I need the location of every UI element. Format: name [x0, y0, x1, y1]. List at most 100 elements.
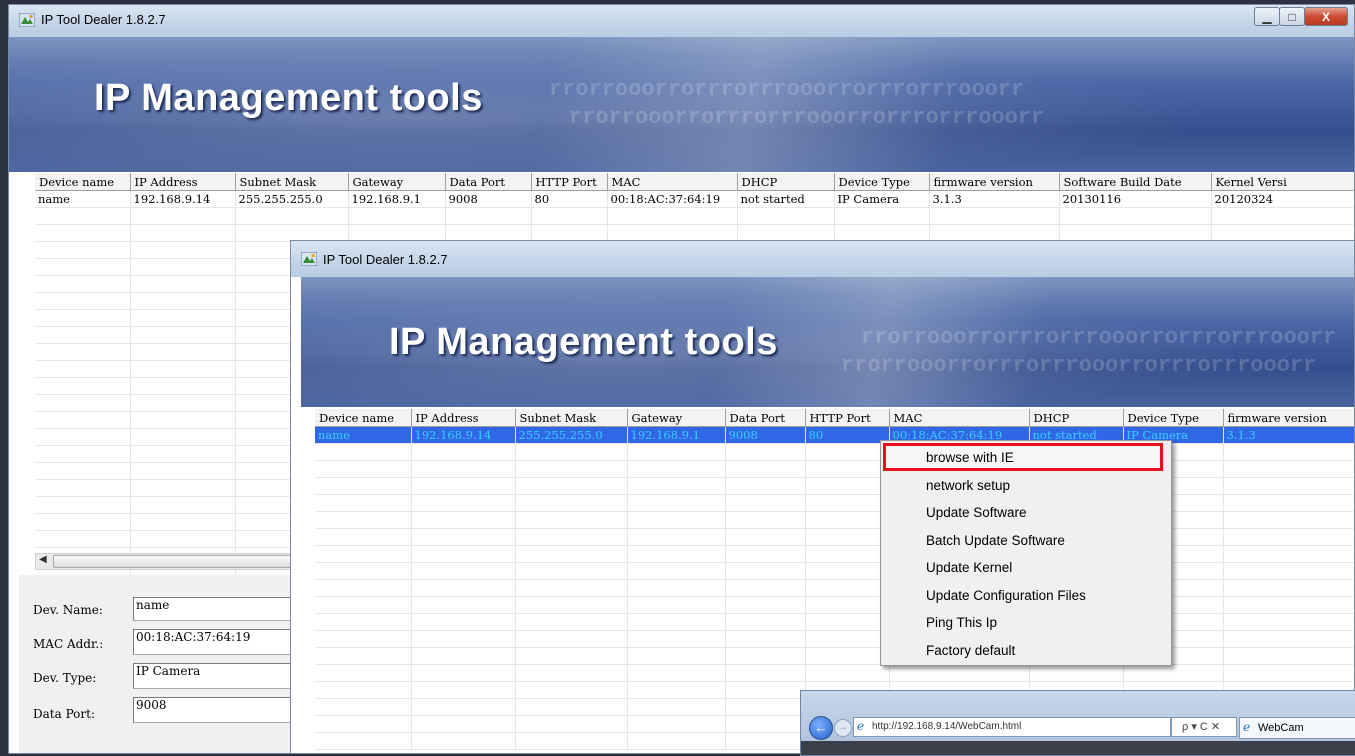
- table-cell: [929, 207, 1060, 225]
- table-cell: [315, 477, 412, 495]
- menu-item[interactable]: Factory default: [926, 643, 1015, 658]
- table-cell: [805, 443, 890, 461]
- empty-row[interactable]: [315, 545, 1354, 563]
- column-header[interactable]: Device name: [35, 173, 131, 191]
- table-cell: [130, 496, 236, 514]
- menu-item[interactable]: Ping This Ip: [926, 615, 997, 630]
- column-header[interactable]: Gateway: [348, 173, 446, 191]
- empty-row[interactable]: [315, 596, 1354, 614]
- table-cell: [130, 394, 236, 412]
- address-bar[interactable]: ℯ http://192.168.9.14/WebCam.html: [853, 717, 1171, 737]
- table-cell: 20130116: [1059, 190, 1212, 208]
- empty-row[interactable]: [315, 630, 1354, 648]
- table-cell: [130, 428, 236, 446]
- address-actions[interactable]: ρ ▾ C ✕: [1171, 717, 1237, 737]
- search-refresh-stop-icons[interactable]: ρ ▾ C ✕: [1182, 721, 1220, 733]
- table-cell: [411, 681, 516, 699]
- table-cell: [315, 443, 412, 461]
- column-header[interactable]: Data Port: [725, 409, 806, 427]
- column-header[interactable]: IP Address: [411, 409, 516, 427]
- empty-row[interactable]: [315, 494, 1354, 512]
- empty-row[interactable]: [315, 613, 1354, 631]
- menu-item[interactable]: browse with IE: [926, 450, 1014, 465]
- table-cell: [35, 309, 131, 327]
- table-cell: [130, 513, 236, 531]
- table-cell: [35, 258, 131, 276]
- column-header[interactable]: Gateway: [627, 409, 726, 427]
- table-cell: [725, 477, 806, 495]
- scroll-thumb[interactable]: [53, 555, 293, 568]
- minimize-button[interactable]: ▁: [1254, 7, 1280, 26]
- table-cell: [35, 462, 131, 480]
- empty-row[interactable]: [315, 443, 1354, 461]
- scroll-left-icon[interactable]: ◀: [39, 554, 47, 565]
- table-cell: [130, 479, 236, 497]
- column-header[interactable]: firmware version: [1223, 409, 1354, 427]
- browser-tab[interactable]: ℯ WebCam: [1239, 717, 1355, 739]
- table-cell: [411, 698, 516, 716]
- table-cell: [35, 394, 131, 412]
- column-header[interactable]: DHCP: [737, 173, 835, 191]
- empty-row[interactable]: [315, 647, 1354, 665]
- empty-row[interactable]: [315, 664, 1354, 682]
- table-cell: [515, 477, 628, 495]
- table-cell: [315, 545, 412, 563]
- menu-item[interactable]: Update Software: [926, 505, 1027, 520]
- table-cell: [35, 241, 131, 259]
- table-row[interactable]: name 192.168.9.14 255.255.255.0 192.168.9.1…: [35, 190, 1354, 208]
- empty-row[interactable]: [315, 460, 1354, 478]
- table-row[interactable]: name 192.168.9.14 255.255.255.0 192.168.9.1…: [315, 426, 1354, 444]
- forward-button[interactable]: →: [834, 719, 852, 737]
- data-port-field[interactable]: 9008: [133, 697, 303, 723]
- table-cell: [315, 511, 412, 529]
- column-header[interactable]: Kernel Versi: [1211, 173, 1354, 191]
- table-cell: [805, 545, 890, 563]
- table-cell: [130, 360, 236, 378]
- menu-item[interactable]: Update Configuration Files: [926, 588, 1086, 603]
- table-cell: [1211, 207, 1354, 225]
- horizontal-scrollbar[interactable]: ◀: [35, 553, 295, 570]
- column-header[interactable]: MAC: [607, 173, 738, 191]
- banner-pattern: rrorrooorrorrrorrrooorrorrrorrrooorr: [841, 353, 1317, 378]
- dev-name-field[interactable]: name: [133, 597, 303, 621]
- title-bar: IP Tool Dealer 1.8.2.7 ▁ □ X: [9, 5, 1354, 37]
- column-header[interactable]: Subnet Mask: [515, 409, 628, 427]
- column-header[interactable]: HTTP Port: [531, 173, 608, 191]
- table-cell: [1223, 528, 1354, 546]
- column-header[interactable]: Device Type: [1123, 409, 1224, 427]
- table-cell: [35, 496, 131, 514]
- column-header[interactable]: DHCP: [1029, 409, 1124, 427]
- empty-row[interactable]: [35, 224, 1354, 242]
- menu-item[interactable]: Update Kernel: [926, 560, 1012, 575]
- column-header[interactable]: Data Port: [445, 173, 532, 191]
- column-header[interactable]: Device name: [315, 409, 412, 427]
- empty-row[interactable]: [315, 511, 1354, 529]
- back-button[interactable]: ←: [809, 716, 833, 740]
- empty-row[interactable]: [35, 207, 1354, 225]
- column-header[interactable]: HTTP Port: [805, 409, 890, 427]
- column-header[interactable]: Device Type: [834, 173, 930, 191]
- empty-row[interactable]: [315, 579, 1354, 597]
- column-header[interactable]: Subnet Mask: [235, 173, 349, 191]
- menu-item[interactable]: network setup: [926, 478, 1010, 493]
- table-cell: [411, 562, 516, 580]
- empty-row[interactable]: [315, 562, 1354, 580]
- table-cell: [315, 562, 412, 580]
- empty-row[interactable]: [315, 528, 1354, 546]
- dev-type-field[interactable]: IP Camera: [133, 663, 303, 689]
- table-cell: [35, 428, 131, 446]
- empty-row[interactable]: [315, 477, 1354, 495]
- table-cell: [515, 732, 628, 750]
- table-cell: [348, 207, 446, 225]
- menu-item[interactable]: Batch Update Software: [926, 533, 1065, 548]
- column-header[interactable]: MAC: [889, 409, 1030, 427]
- browser-window: ← → ℯ http://192.168.9.14/WebCam.html ρ …: [800, 690, 1355, 756]
- mac-field[interactable]: 00:18:AC:37:64:19: [133, 629, 303, 655]
- table-cell: [805, 647, 890, 665]
- maximize-button[interactable]: □: [1279, 7, 1305, 26]
- column-header[interactable]: IP Address: [130, 173, 236, 191]
- close-button[interactable]: X: [1304, 7, 1348, 26]
- column-header[interactable]: Software Build Date: [1059, 173, 1212, 191]
- table-cell: [411, 528, 516, 546]
- column-header[interactable]: firmware version: [929, 173, 1060, 191]
